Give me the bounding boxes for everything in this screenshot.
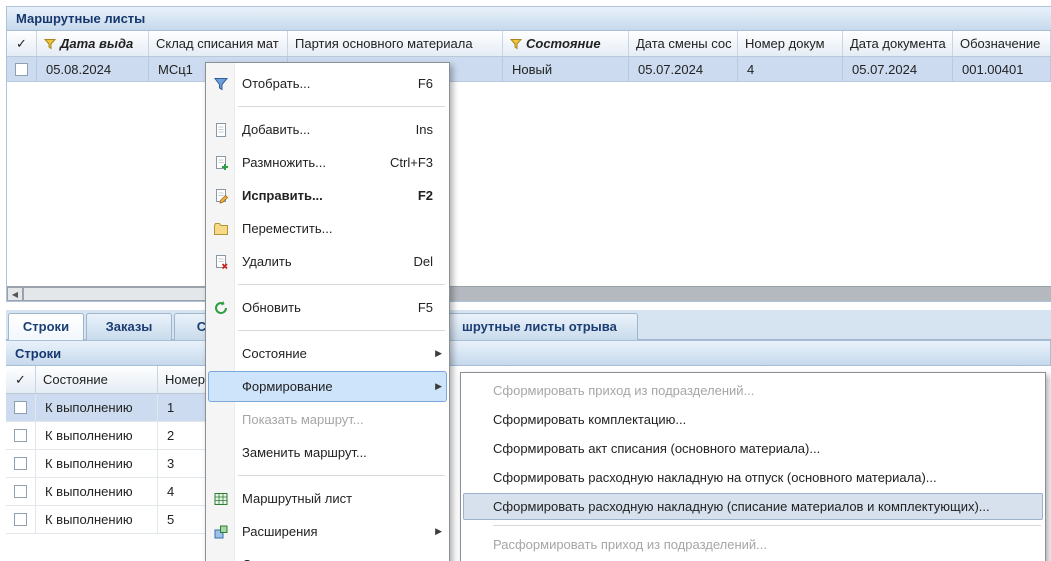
context-menu: Отобрать... F6 Добавить... Ins Размножит… <box>205 62 450 561</box>
menu-item-obnovit[interactable]: Обновить F5 <box>206 291 449 324</box>
main-table-header: ✓ Дата выда Склад списания мат Партия ос… <box>7 31 1051 57</box>
row-checkbox[interactable] <box>14 513 27 526</box>
column-header-batch[interactable]: Партия основного материала <box>288 31 503 56</box>
menu-item-formirovanie[interactable]: Формирование ▶ <box>206 370 449 403</box>
submenu-item-komplektaciya[interactable]: Сформировать комплектацию... <box>461 405 1045 434</box>
column-header-doc-date[interactable]: Дата документа <box>843 31 953 56</box>
bottom-tabs: Строки Заказы Сер шрутные листы отрыва <box>6 310 1051 340</box>
submenu-item-rashodnaya-otpusk[interactable]: Сформировать расходную накладную на отпу… <box>461 463 1045 492</box>
row-checkbox[interactable] <box>14 401 27 414</box>
route-sheets-panel: Маршрутные листы ✓ Дата выда Склад списа… <box>6 6 1051 302</box>
menu-item-dobavit[interactable]: Добавить... Ins <box>206 113 449 146</box>
filter-icon <box>44 38 56 50</box>
scroll-left-button[interactable]: ◀ <box>7 287 23 301</box>
menu-item-razmnozhit[interactable]: Размножить... Ctrl+F3 <box>206 146 449 179</box>
column-header-state[interactable]: Состояние <box>503 31 629 56</box>
menu-separator <box>206 100 449 113</box>
document-icon <box>206 122 236 138</box>
submenu-arrow-icon: ▶ <box>435 526 442 537</box>
table-row[interactable]: 05.08.2024 МСц1 Новый 05.07.2024 4 05.07… <box>7 57 1051 82</box>
panel-title: Маршрутные листы <box>7 7 1051 31</box>
extensions-icon <box>206 524 236 540</box>
submenu-item-rasformirovat-prihod[interactable]: Расформировать приход из подразделений..… <box>461 530 1045 559</box>
document-delete-icon <box>206 254 236 270</box>
column-header-state-change-date[interactable]: Дата смены сос <box>629 31 738 56</box>
document-plus-icon <box>206 155 236 171</box>
row-checkbox[interactable] <box>14 457 27 470</box>
menu-separator <box>206 324 449 337</box>
refresh-icon <box>206 300 236 316</box>
tab-stroki[interactable]: Строки <box>8 313 84 340</box>
column-header-state[interactable]: Состояние <box>36 366 158 393</box>
menu-item-otobrat[interactable]: Отобрать... F6 <box>206 67 449 100</box>
spreadsheet-icon <box>206 491 236 507</box>
horizontal-scrollbar[interactable]: ◀ <box>7 286 1051 301</box>
check-column-header[interactable]: ✓ <box>7 31 37 56</box>
menu-item-marshrutny-list[interactable]: Маршрутный лист <box>206 482 449 515</box>
app-window: Маршрутные листы ✓ Дата выда Склад списа… <box>0 0 1051 561</box>
filter-icon <box>510 38 522 50</box>
folder-icon <box>206 221 236 237</box>
tab-zakazy[interactable]: Заказы <box>86 313 172 340</box>
column-header-doc-number[interactable]: Номер докум <box>738 31 843 56</box>
menu-separator <box>461 521 1045 530</box>
row-checkbox[interactable] <box>14 485 27 498</box>
menu-separator <box>206 469 449 482</box>
menu-item-rasshireniya[interactable]: Расширения ▶ <box>206 515 449 548</box>
column-header-issue-date[interactable]: Дата выда <box>37 31 149 56</box>
submenu-item-rashodnaya-spisanie[interactable]: Сформировать расходную накладную (списан… <box>461 492 1045 521</box>
submenu-item-akt-spisaniya[interactable]: Сформировать акт списания (основного мат… <box>461 434 1045 463</box>
menu-item-svyazi[interactable]: Связи ▶ <box>206 548 449 561</box>
menu-item-zamenit-marshrut[interactable]: Заменить маршрут... <box>206 436 449 469</box>
column-header-designation[interactable]: Обозначение <box>953 31 1051 56</box>
column-header-warehouse[interactable]: Склад списания мат <box>149 31 288 56</box>
submenu-arrow-icon: ▶ <box>435 381 442 392</box>
document-edit-icon <box>206 188 236 204</box>
filter-icon <box>206 76 236 92</box>
section-title: Строки <box>6 340 1051 366</box>
row-checkbox[interactable] <box>15 63 28 76</box>
menu-item-peremestit[interactable]: Переместить... <box>206 212 449 245</box>
formirovanie-submenu: Сформировать приход из подразделений... … <box>460 372 1046 561</box>
menu-item-udalit[interactable]: Удалить Del <box>206 245 449 278</box>
menu-separator <box>206 278 449 291</box>
row-checkbox[interactable] <box>14 429 27 442</box>
menu-item-pokazat-marshrut[interactable]: Показать маршрут... <box>206 403 449 436</box>
menu-item-ispravit[interactable]: Исправить... F2 <box>206 179 449 212</box>
menu-item-sostoyanie[interactable]: Состояние ▶ <box>206 337 449 370</box>
check-column-header[interactable]: ✓ <box>6 366 36 393</box>
submenu-item-prihod[interactable]: Сформировать приход из подразделений... <box>461 376 1045 405</box>
submenu-arrow-icon: ▶ <box>435 348 442 359</box>
